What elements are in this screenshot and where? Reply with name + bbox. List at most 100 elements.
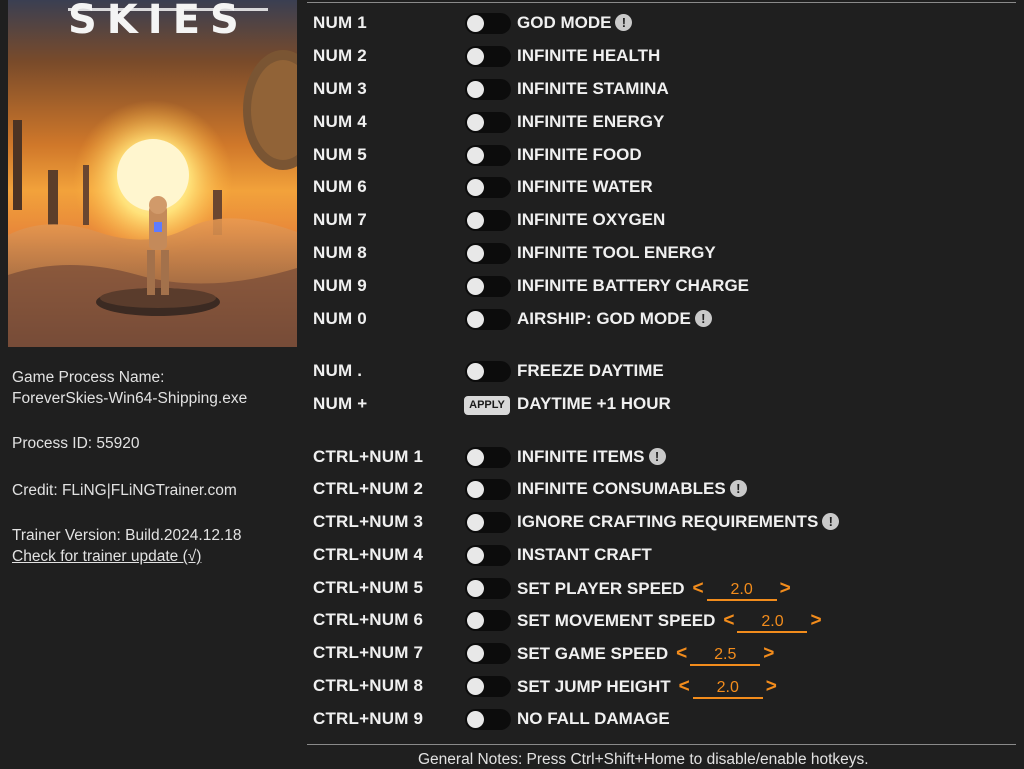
increase-arrow-icon[interactable]: > (763, 643, 774, 664)
cheat-label-group: AIRSHIP: GOD MODE! (517, 309, 712, 329)
general-notes: General Notes: Press Ctrl+Shift+Home to … (418, 751, 869, 768)
decrease-arrow-icon[interactable]: < (693, 578, 704, 599)
cheat-row: NUM 9 INFINITE BATTERY CHARGE (313, 270, 1018, 302)
decrease-arrow-icon[interactable]: < (679, 676, 690, 697)
cheat-label: INSTANT CRAFT (517, 545, 652, 564)
decrease-arrow-icon[interactable]: < (676, 643, 687, 664)
cheat-toggle[interactable] (465, 447, 511, 468)
warning-icon: ! (694, 310, 712, 327)
cheat-label: SET MOVEMENT SPEED (517, 611, 716, 630)
cheat-label-group: INFINITE CONSUMABLES! (517, 479, 747, 499)
cheat-label: GOD MODE (517, 13, 612, 32)
cheat-toggle[interactable] (465, 610, 511, 631)
cheat-row: CTRL+NUM 8 SET JUMP HEIGHT <2.0 > (313, 670, 1018, 702)
hotkey-label: CTRL+NUM 8 (313, 676, 424, 695)
toggle-knob (467, 514, 484, 531)
toggle-knob (467, 363, 484, 380)
hotkey-label: CTRL+NUM 6 (313, 610, 424, 629)
cheat-toggle[interactable] (465, 643, 511, 664)
cheat-label-group: FREEZE DAYTIME (517, 361, 664, 381)
cheat-label-group: INSTANT CRAFT (517, 545, 652, 565)
hotkey-label: NUM 2 (313, 46, 367, 65)
cheat-label-group: INFINITE WATER (517, 177, 653, 197)
cheat-label: SET PLAYER SPEED (517, 579, 685, 598)
cheat-label: INFINITE CONSUMABLES (517, 479, 726, 498)
hotkey-label: CTRL+NUM 3 (313, 512, 424, 531)
check-update-link[interactable]: Check for trainer update (√) (12, 548, 201, 565)
cheat-row: CTRL+NUM 9 NO FALL DAMAGE (313, 703, 1018, 735)
hotkey-label: NUM 7 (313, 210, 367, 229)
cheat-toggle[interactable] (465, 709, 511, 730)
cheat-row: NUM 4 INFINITE ENERGY (313, 106, 1018, 138)
cheat-row: NUM 5 INFINITE FOOD (313, 139, 1018, 171)
value-field[interactable]: 2.0 (737, 613, 808, 633)
cheat-row: CTRL+NUM 1 INFINITE ITEMS! (313, 441, 1018, 473)
cheat-label: SET JUMP HEIGHT (517, 677, 671, 696)
hotkey-label: CTRL+NUM 1 (313, 447, 424, 466)
cheat-label-group: INFINITE HEALTH (517, 46, 660, 66)
value-field[interactable]: 2.5 (690, 646, 761, 666)
cheat-toggle[interactable] (465, 578, 511, 599)
trainer-version: Trainer Version: Build.2024.12.18 (12, 527, 242, 544)
cheat-label: DAYTIME +1 HOUR (517, 394, 671, 413)
cheat-toggle[interactable] (465, 545, 511, 566)
cheat-toggle[interactable] (465, 276, 511, 297)
cheat-toggle[interactable] (465, 479, 511, 500)
hotkey-label: NUM 9 (313, 276, 367, 295)
cheat-label-group: NO FALL DAMAGE (517, 709, 670, 729)
credit-text: Credit: FLiNG|FLiNGTrainer.com (12, 482, 237, 499)
warning-icon: ! (615, 14, 633, 31)
cheat-label-group: INFINITE BATTERY CHARGE (517, 276, 749, 296)
cheat-label-group: INFINITE STAMINA (517, 79, 669, 99)
value-field[interactable]: 2.0 (692, 679, 763, 699)
hotkey-label: NUM + (313, 394, 368, 413)
increase-arrow-icon[interactable]: > (766, 676, 777, 697)
toggle-knob (467, 547, 484, 564)
cheat-row: NUM 7 INFINITE OXYGEN (313, 204, 1018, 236)
cheat-row: CTRL+NUM 6 SET MOVEMENT SPEED <2.0 > (313, 604, 1018, 636)
value-stepper: <2.5 > (676, 643, 774, 666)
cheat-row: CTRL+NUM 2 INFINITE CONSUMABLES! (313, 473, 1018, 505)
cheat-toggle[interactable] (465, 361, 511, 382)
cheat-label-group: IGNORE CRAFTING REQUIREMENTS! (517, 512, 840, 532)
cheat-label-group: INFINITE ENERGY (517, 112, 664, 132)
cheat-row: NUM + APPLY DAYTIME +1 HOUR (313, 388, 1018, 420)
toggle-knob (467, 678, 484, 695)
cheat-toggle[interactable] (465, 309, 511, 330)
cheat-row: CTRL+NUM 7 SET GAME SPEED <2.5 > (313, 637, 1018, 669)
cheat-toggle[interactable] (465, 46, 511, 67)
value-field[interactable]: 2.0 (706, 581, 777, 601)
cheat-toggle[interactable] (465, 243, 511, 264)
toggle-knob (467, 311, 484, 328)
value-stepper: <2.0 > (723, 610, 822, 633)
left-panel: SKIES Game Process Name: ForeverSkies-Wi… (0, 0, 305, 768)
warning-icon: ! (729, 480, 747, 497)
toggle-knob (467, 15, 484, 32)
warning-icon: ! (648, 448, 666, 465)
increase-arrow-icon[interactable]: > (780, 578, 791, 599)
cheat-label: SET GAME SPEED (517, 644, 669, 663)
cheat-toggle[interactable] (465, 676, 511, 697)
process-id: Process ID: 55920 (12, 435, 140, 452)
cheat-toggle[interactable] (465, 210, 511, 231)
toggle-knob (467, 48, 484, 65)
cheat-toggle[interactable] (465, 512, 511, 533)
hotkey-label: NUM 1 (313, 13, 367, 32)
cheat-toggle[interactable] (465, 79, 511, 100)
cheat-toggle[interactable] (465, 145, 511, 166)
cheat-toggle[interactable] (465, 112, 511, 133)
cheat-toggle[interactable] (465, 177, 511, 198)
increase-arrow-icon[interactable]: > (810, 610, 821, 631)
value-stepper: <2.0 > (679, 676, 777, 699)
decrease-arrow-icon[interactable]: < (723, 610, 734, 631)
apply-button[interactable]: APPLY (464, 396, 510, 415)
cheat-label-group: INFINITE ITEMS! (517, 447, 666, 467)
cheat-row: NUM 3 INFINITE STAMINA (313, 73, 1018, 105)
cheat-label-group: INFINITE OXYGEN (517, 210, 665, 230)
cheat-label: INFINITE BATTERY CHARGE (517, 276, 750, 295)
cheat-toggle[interactable] (465, 13, 511, 34)
cheat-label: INFINITE STAMINA (517, 79, 669, 98)
hotkey-label: NUM 5 (313, 145, 367, 164)
toggle-knob (467, 449, 484, 466)
game-logo: SKIES (68, 0, 249, 43)
